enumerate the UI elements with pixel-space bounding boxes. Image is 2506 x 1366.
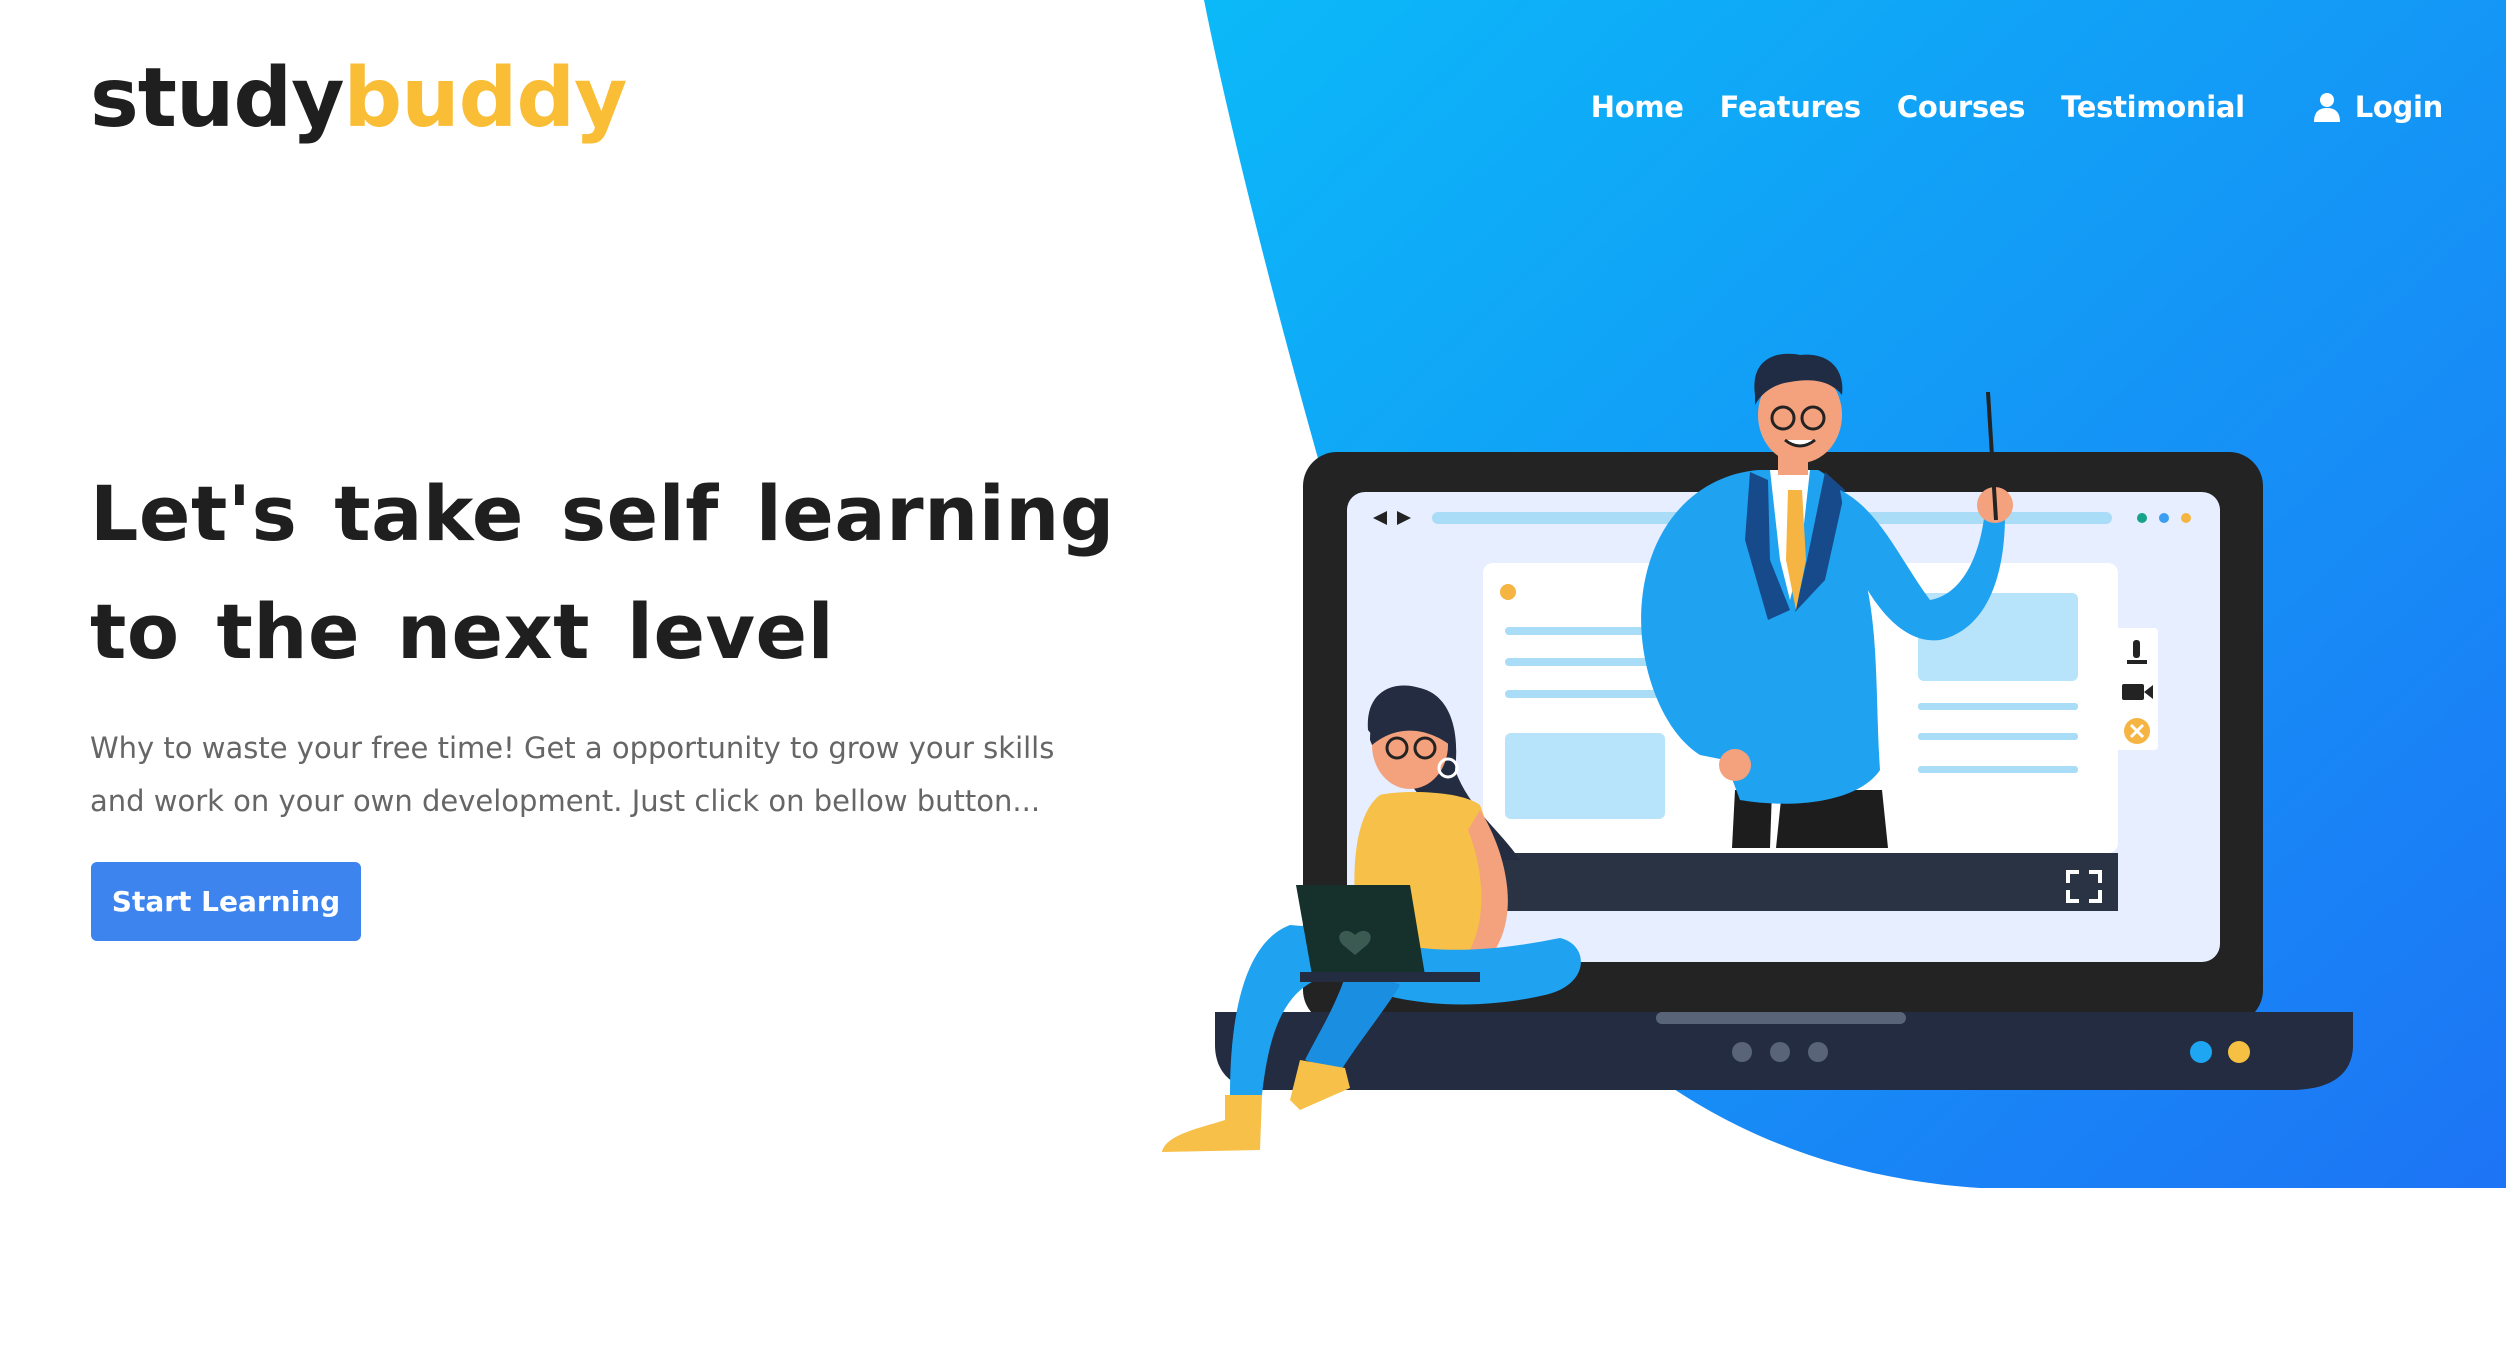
login-label: Login	[2354, 90, 2444, 124]
brand-logo[interactable]: studybuddy	[90, 58, 627, 140]
start-learning-button[interactable]: Start Learning	[91, 862, 361, 941]
hero-headline-line-2: to the next level	[90, 587, 835, 676]
brand-logo-part-a: study	[90, 51, 345, 146]
hero-description: Why to waste your free time! Get a oppor…	[90, 731, 1055, 818]
login-link[interactable]: Login	[2313, 90, 2443, 124]
nav-link-courses[interactable]: Courses	[1897, 90, 2026, 124]
user-icon	[2313, 93, 2340, 122]
brand-logo-part-b: buddy	[343, 51, 628, 146]
nav-link-home[interactable]: Home	[1591, 90, 1684, 124]
nav-link-features[interactable]: Features	[1720, 90, 1862, 124]
nav-link-testimonial[interactable]: Testimonial	[2061, 90, 2245, 124]
hero-headline: Let's take self learning to the next lev…	[90, 455, 1115, 691]
hero-headline-line-1: Let's take self learning	[90, 469, 1115, 558]
close-circle-icon	[2124, 718, 2150, 744]
main-nav: Home Features Courses Testimonial Login	[1555, 90, 2444, 124]
